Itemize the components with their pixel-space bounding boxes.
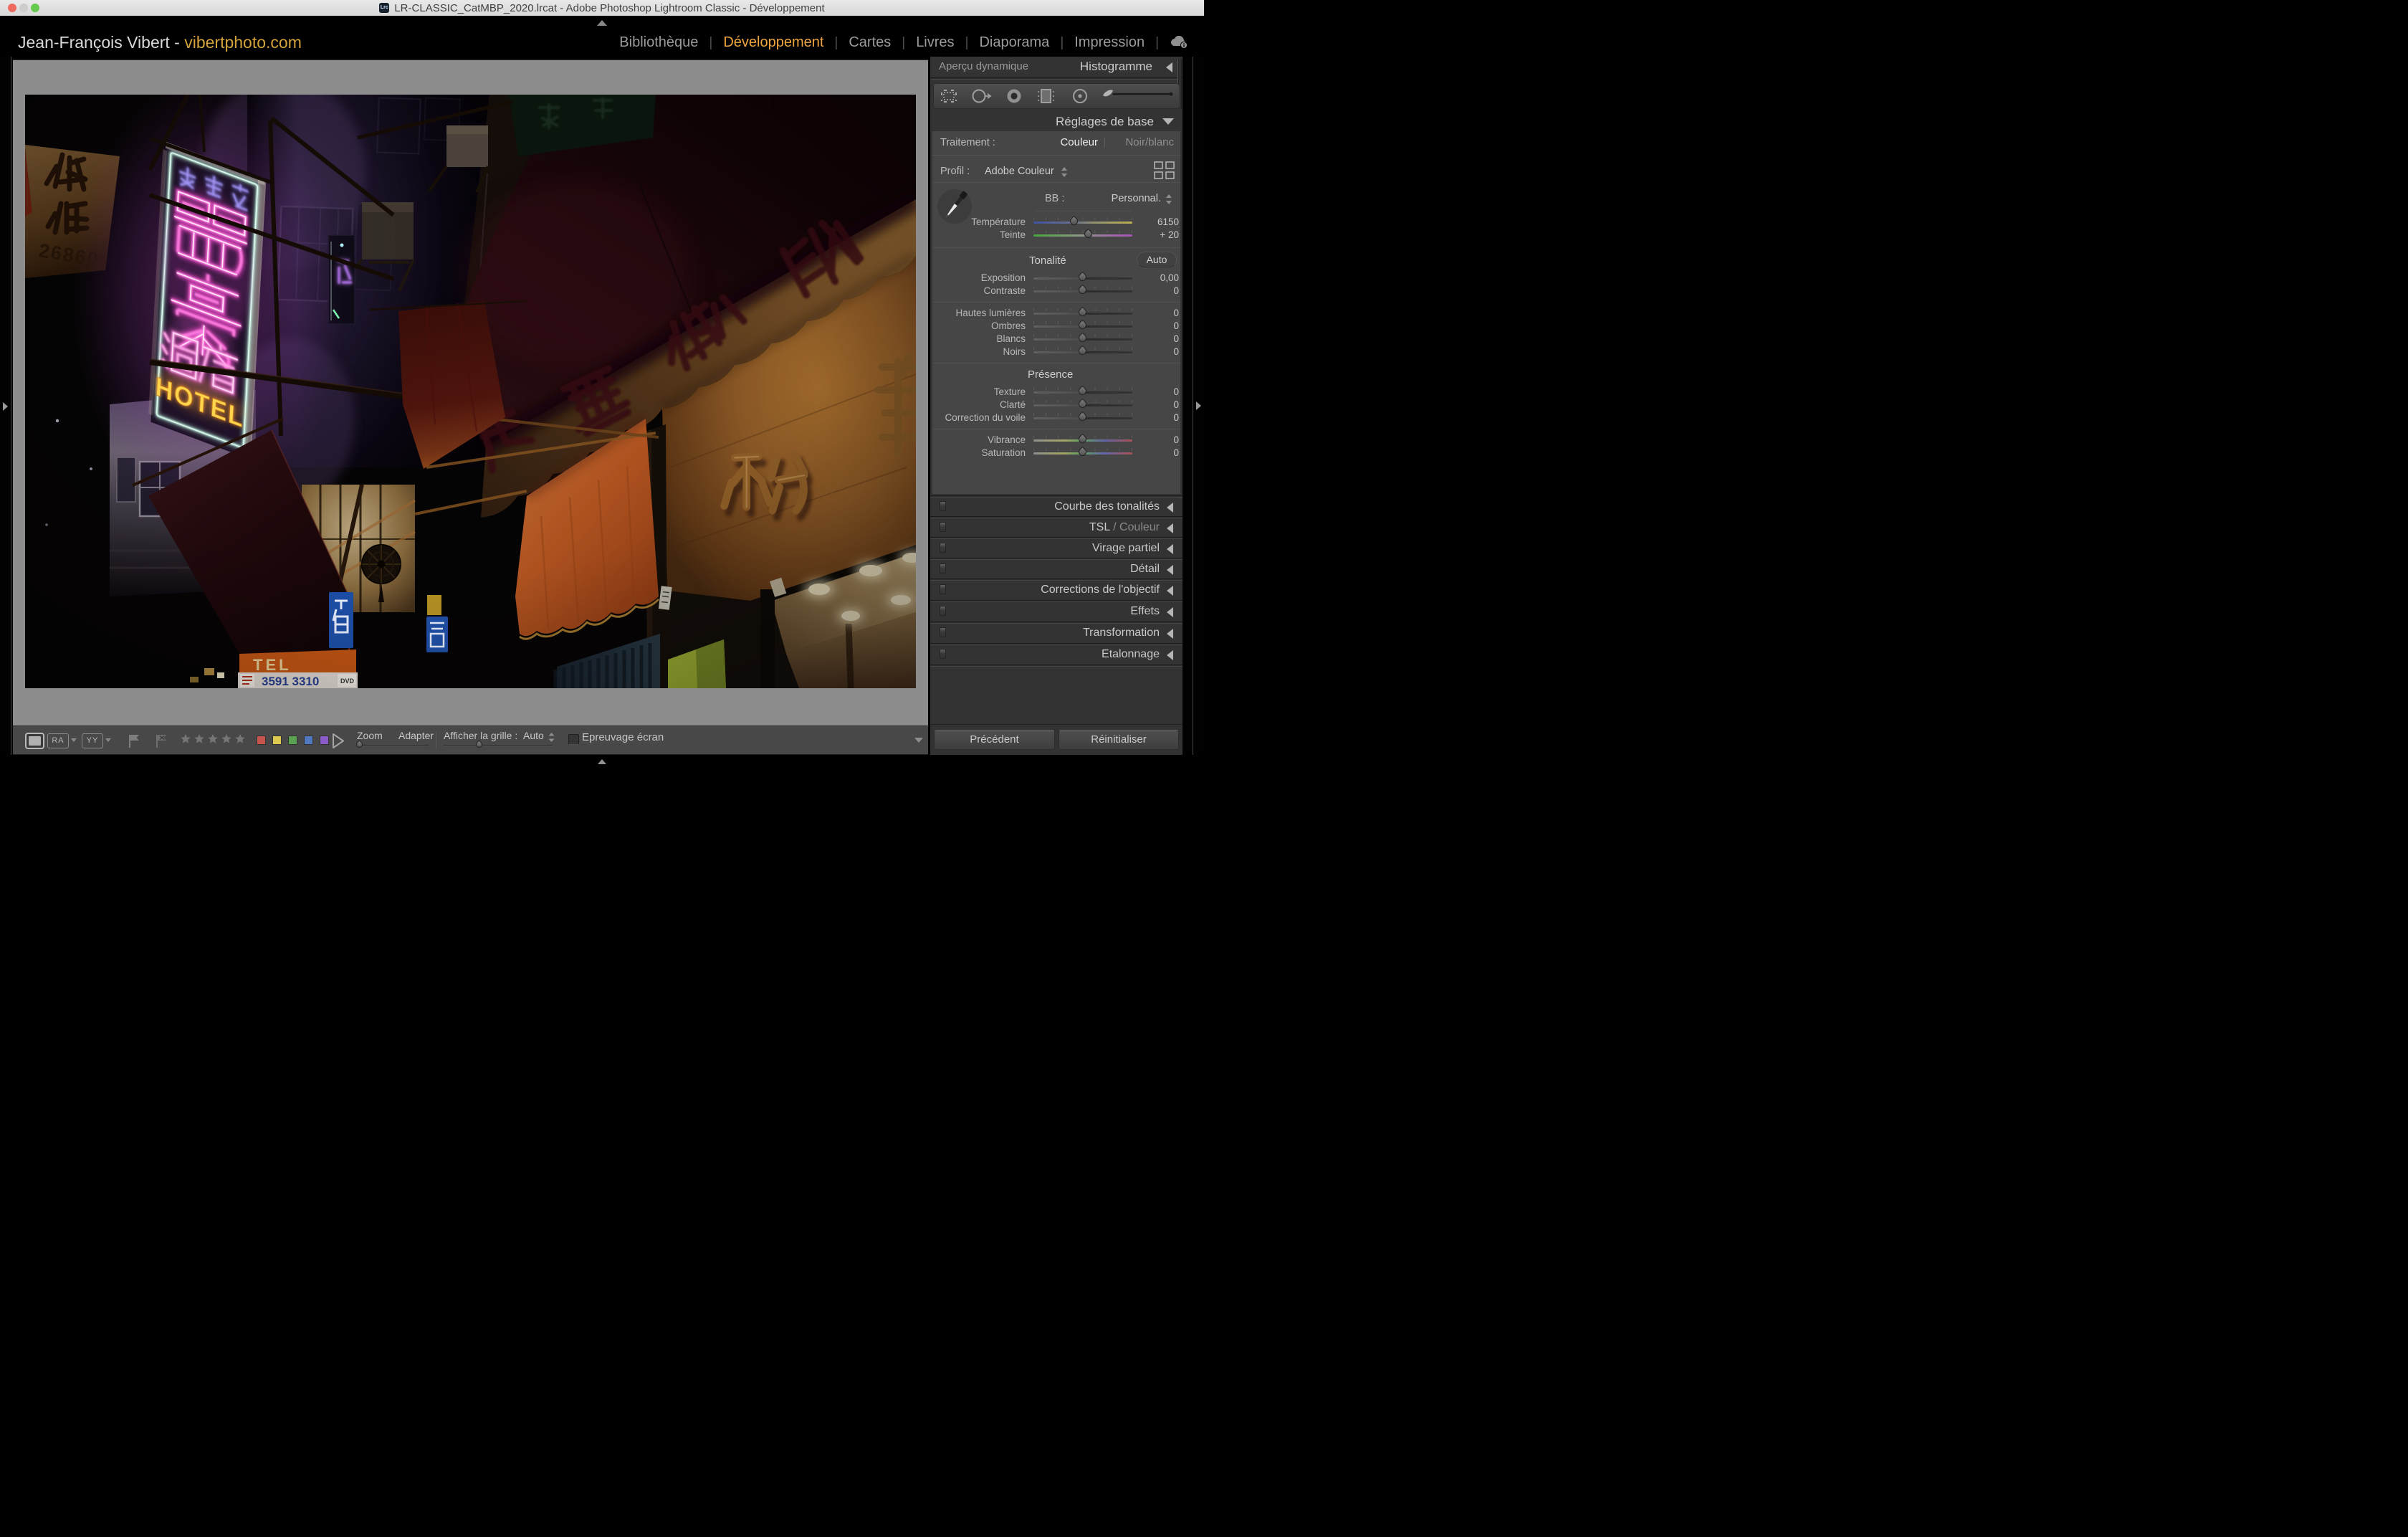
svg-text:i: i <box>1183 42 1185 49</box>
